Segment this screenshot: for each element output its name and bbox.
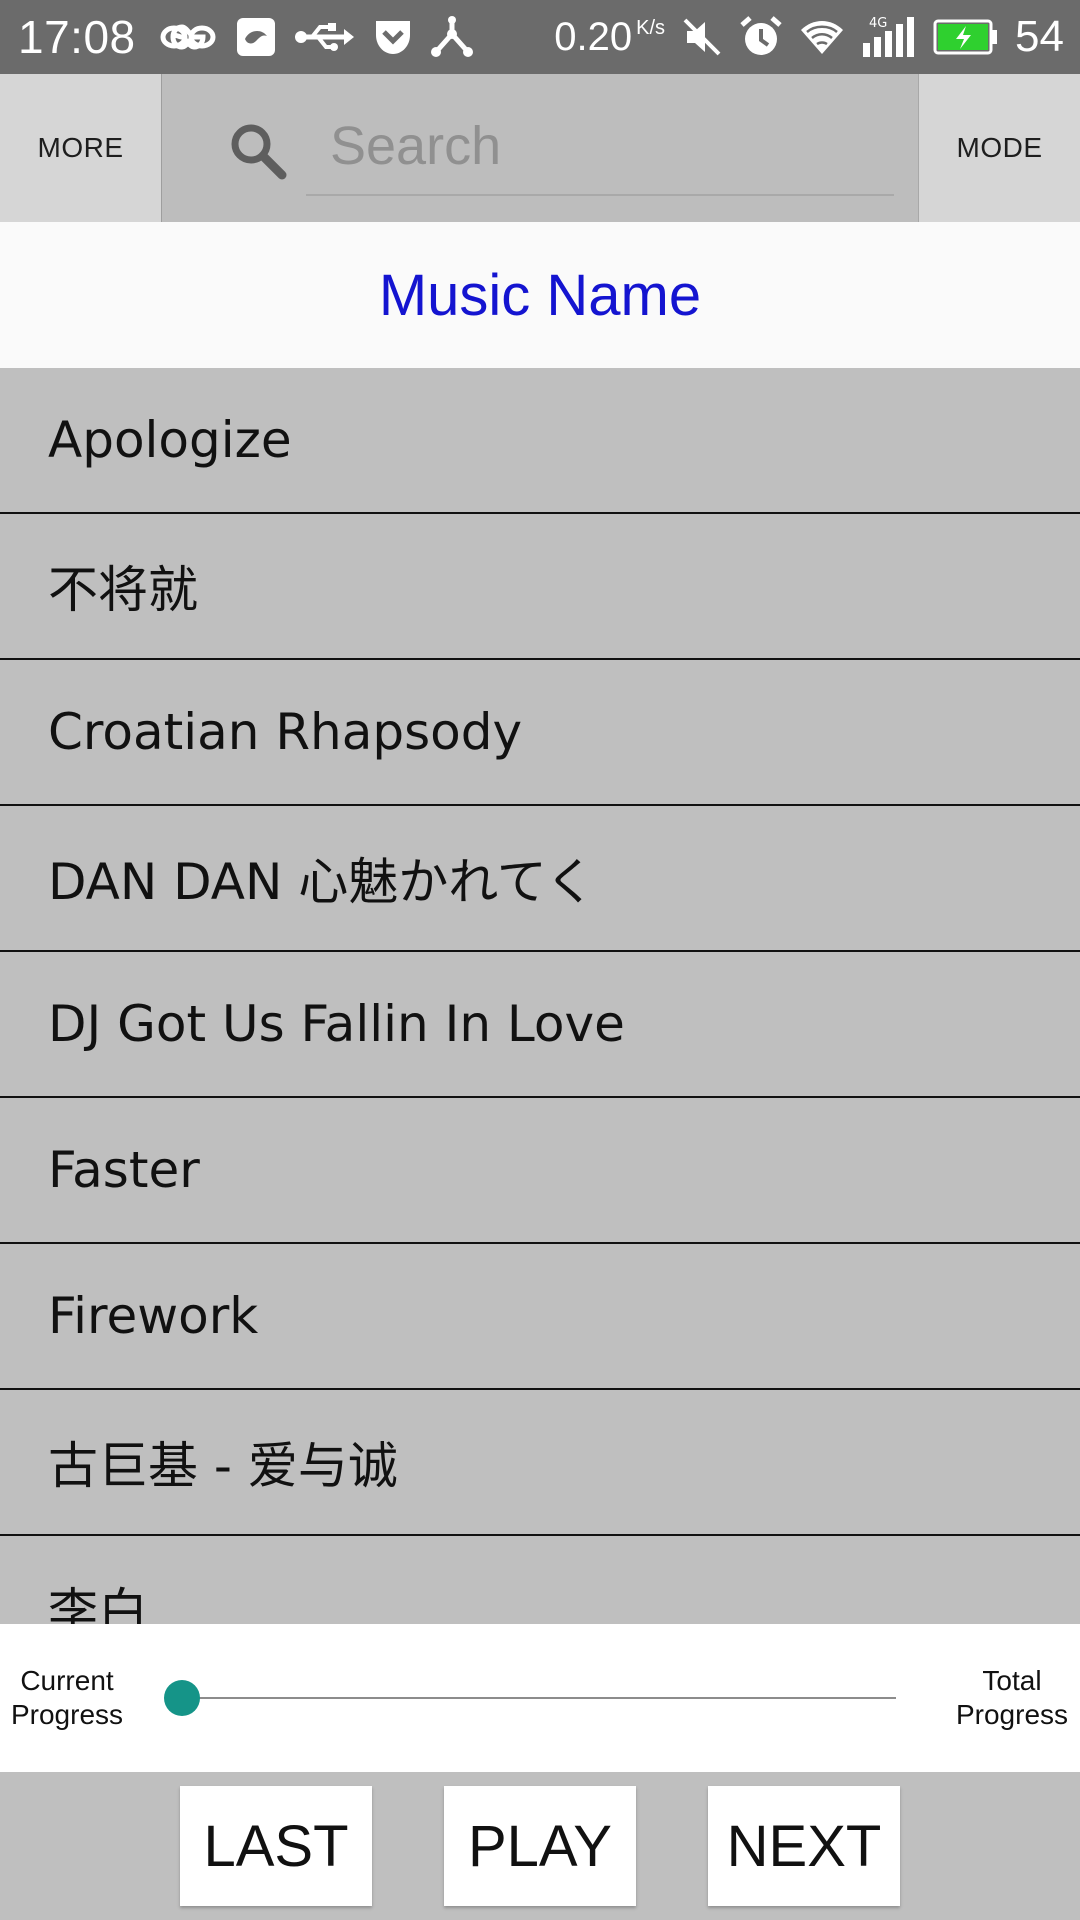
infinity-icon: [158, 20, 218, 54]
wifi-icon: [799, 18, 845, 56]
list-header-title: Music Name: [0, 222, 1080, 368]
search-icon[interactable]: [228, 121, 288, 181]
song-item[interactable]: 古巨基 - 爱与诚: [0, 1390, 1080, 1536]
top-toolbar: MORE MODE: [0, 74, 1080, 222]
status-bar: 17:08 0.20 K/s 4G 54: [0, 0, 1080, 74]
song-item[interactable]: Croatian Rhapsody: [0, 660, 1080, 806]
song-item[interactable]: Faster: [0, 1098, 1080, 1244]
pocket-icon: [374, 17, 412, 57]
search-field[interactable]: [306, 98, 894, 196]
usb-icon: [294, 20, 356, 54]
seek-bar-thumb[interactable]: [164, 1680, 200, 1716]
total-progress-text: Total Progress: [955, 1665, 1069, 1730]
song-item[interactable]: 不将就: [0, 514, 1080, 660]
song-item[interactable]: DJ Got Us Fallin In Love: [0, 952, 1080, 1098]
seek-bar-track[interactable]: [182, 1697, 896, 1699]
mode-button[interactable]: MODE: [918, 74, 1080, 222]
song-item[interactable]: 李白: [0, 1536, 1080, 1624]
network-speed: 0.20 K/s: [554, 15, 665, 60]
status-time: 17:08: [18, 11, 136, 63]
progress-bar-area: Current Progress Total Progress: [0, 1624, 1080, 1772]
song-list[interactable]: Apologize 不将就 Croatian Rhapsody DAN DAN …: [0, 368, 1080, 1624]
app-icon: [236, 17, 276, 57]
search-input[interactable]: [306, 98, 894, 194]
song-item[interactable]: Firework: [0, 1244, 1080, 1390]
next-button[interactable]: NEXT: [708, 1786, 900, 1906]
current-progress-text: Current Progress: [10, 1665, 124, 1730]
battery-percent: 54: [1015, 12, 1064, 61]
more-button[interactable]: MORE: [0, 74, 162, 222]
song-item[interactable]: Apologize: [0, 368, 1080, 514]
last-button[interactable]: LAST: [180, 1786, 372, 1906]
status-system-icons: 0.20 K/s 4G 54: [554, 12, 1064, 62]
share-icon: [430, 16, 474, 58]
battery-icon: [933, 19, 999, 55]
network-speed-value: 0.20: [554, 14, 633, 59]
network-speed-unit: K/s: [636, 16, 666, 39]
signal-icon: 4G: [861, 15, 917, 59]
alarm-icon: [739, 15, 783, 59]
mute-icon: [681, 16, 723, 58]
total-progress-label: Total Progress: [948, 1664, 1076, 1732]
current-progress-label: Current Progress: [4, 1664, 130, 1732]
song-item[interactable]: DAN DAN 心魅かれてく: [0, 806, 1080, 952]
play-button[interactable]: PLAY: [444, 1786, 636, 1906]
status-notification-icons: [158, 16, 474, 58]
playback-controls: LAST PLAY NEXT: [0, 1772, 1080, 1920]
network-type: 4G: [869, 16, 887, 31]
